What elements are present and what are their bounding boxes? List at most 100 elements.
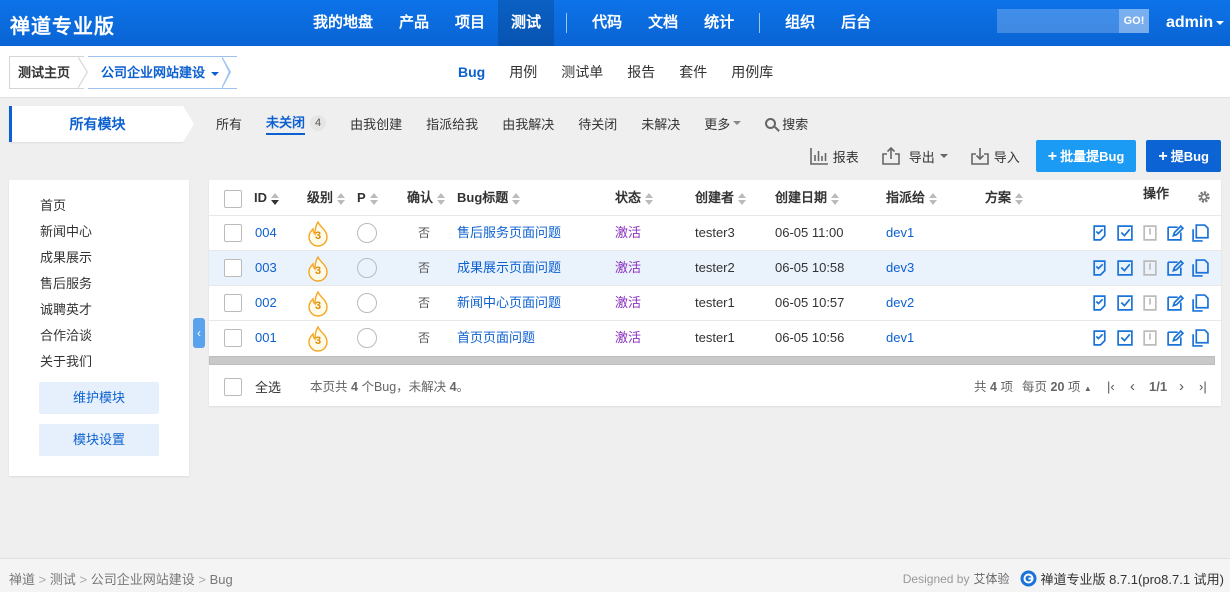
module-settings-button[interactable]: 模块设置 <box>39 424 159 456</box>
crumb-test-home[interactable]: 测试主页 <box>9 56 85 89</box>
close-icon[interactable] <box>1141 224 1159 242</box>
close-icon[interactable] <box>1141 329 1159 347</box>
tab-bug[interactable]: Bug <box>446 46 497 98</box>
footer-crumb[interactable]: 禅道 <box>9 572 35 587</box>
close-icon[interactable] <box>1141 294 1159 312</box>
resolve-icon[interactable] <box>1116 259 1134 277</box>
table-row[interactable]: 003 3 否 成果展示页面问题 激活 tester2 06-05 10:58 dev3 <box>209 250 1221 285</box>
search-go-button[interactable]: GO! <box>1119 9 1149 33</box>
module-item[interactable]: 首页 <box>40 195 66 214</box>
module-item[interactable]: 诚聘英才 <box>40 299 92 318</box>
sidebar-collapse-button[interactable]: ‹ <box>193 318 205 348</box>
table-row[interactable]: 001 3 否 首页页面问题 激活 tester1 06-05 10:56 dev1 <box>209 320 1221 355</box>
edit-icon[interactable] <box>1166 259 1184 277</box>
bug-title-link[interactable]: 售后服务页面问题 <box>457 216 561 250</box>
all-modules-title[interactable]: 所有模块 <box>9 106 183 142</box>
nav-admin[interactable]: 后台 <box>828 0 884 46</box>
nav-my[interactable]: 我的地盘 <box>300 0 386 46</box>
resolve-icon[interactable] <box>1116 294 1134 312</box>
per-page-select[interactable]: 每页 20 项 ▲ <box>1022 370 1092 404</box>
resolve-icon[interactable] <box>1116 329 1134 347</box>
filter-assigned-to-me[interactable]: 指派给我 <box>414 114 490 133</box>
edit-icon[interactable] <box>1166 294 1184 312</box>
bug-id-link[interactable]: 002 <box>255 286 277 320</box>
module-item[interactable]: 关于我们 <box>40 351 92 370</box>
batch-create-bug-button[interactable]: + 批量提Bug <box>1035 140 1137 172</box>
confirm-icon[interactable] <box>1091 294 1109 312</box>
module-item[interactable]: 新闻中心 <box>40 221 92 240</box>
copy-icon[interactable] <box>1191 259 1209 277</box>
filter-unclosed[interactable]: 未关闭 4 <box>254 112 338 135</box>
copy-icon[interactable] <box>1191 224 1209 242</box>
bug-title-link[interactable]: 首页页面问题 <box>457 321 535 355</box>
nav-stats[interactable]: 统计 <box>691 0 747 46</box>
nav-code[interactable]: 代码 <box>579 0 635 46</box>
row-checkbox[interactable] <box>224 224 242 242</box>
import-link[interactable]: 导入 <box>970 147 1020 166</box>
nav-product[interactable]: 产品 <box>386 0 442 46</box>
module-item[interactable]: 售后服务 <box>40 273 92 292</box>
col-confirmed[interactable]: 确认 <box>407 180 446 215</box>
assigned-to-link[interactable]: dev1 <box>886 321 914 355</box>
assigned-to-link[interactable]: dev2 <box>886 286 914 320</box>
horizontal-scrollbar[interactable] <box>209 356 1215 365</box>
select-all-checkbox[interactable] <box>224 190 242 208</box>
filter-opened-by-me[interactable]: 由我创建 <box>338 114 414 133</box>
col-priority[interactable]: P <box>357 180 378 215</box>
row-checkbox[interactable] <box>224 329 242 347</box>
last-page-button[interactable]: ›| <box>1199 370 1207 404</box>
tab-testtask[interactable]: 测试单 <box>549 46 615 98</box>
confirm-icon[interactable] <box>1091 224 1109 242</box>
create-bug-button[interactable]: + 提Bug <box>1146 140 1221 172</box>
next-page-button[interactable]: › <box>1179 370 1184 404</box>
filter-to-close[interactable]: 待关闭 <box>566 114 629 133</box>
col-title[interactable]: Bug标题 <box>457 180 521 215</box>
first-page-button[interactable]: |‹ <box>1107 370 1115 404</box>
confirm-icon[interactable] <box>1091 329 1109 347</box>
filter-more[interactable]: 更多 <box>692 114 753 133</box>
col-id[interactable]: ID <box>254 180 279 215</box>
select-all-label[interactable]: 全选 <box>255 371 281 405</box>
footer-crumb[interactable]: 测试 <box>50 572 76 587</box>
col-assigned[interactable]: 指派给 <box>886 180 938 215</box>
resolve-icon[interactable] <box>1116 224 1134 242</box>
table-row[interactable]: 004 3 否 售后服务页面问题 激活 tester3 06-05 11:00 dev1 <box>209 215 1221 250</box>
col-created[interactable]: 创建日期 <box>775 180 840 215</box>
close-icon[interactable] <box>1141 259 1159 277</box>
crumb-product-select[interactable]: 公司企业网站建设 <box>88 56 238 89</box>
bug-id-link[interactable]: 003 <box>255 251 277 285</box>
col-resolution[interactable]: 方案 <box>985 180 1024 215</box>
footer-crumb[interactable]: 公司企业网站建设 <box>91 572 195 587</box>
tab-report[interactable]: 报告 <box>615 46 667 98</box>
table-row[interactable]: 002 3 否 新闻中心页面问题 激活 tester1 06-05 10:57 dev2 <box>209 285 1221 320</box>
copy-icon[interactable] <box>1191 294 1209 312</box>
version-link[interactable]: 禅道专业版 8.7.1(pro8.7.1 试用) <box>1041 569 1225 588</box>
export-menu[interactable]: 导出 <box>881 147 948 166</box>
col-status[interactable]: 状态 <box>615 180 654 215</box>
col-creator[interactable]: 创建者 <box>695 180 747 215</box>
module-item[interactable]: 合作洽谈 <box>40 325 92 344</box>
prev-page-button[interactable]: ‹ <box>1130 370 1135 404</box>
copy-icon[interactable] <box>1191 329 1209 347</box>
col-severity[interactable]: 级别 <box>307 180 346 215</box>
gear-icon[interactable] <box>1196 189 1212 205</box>
tab-suite[interactable]: 套件 <box>667 46 719 98</box>
bug-id-link[interactable]: 001 <box>255 321 277 355</box>
maintain-module-button[interactable]: 维护模块 <box>39 382 159 414</box>
report-link[interactable]: 报表 <box>809 147 859 166</box>
user-menu[interactable]: admin <box>1166 0 1225 46</box>
filter-all[interactable]: 所有 <box>204 114 254 133</box>
row-checkbox[interactable] <box>224 259 242 277</box>
edit-icon[interactable] <box>1166 329 1184 347</box>
bug-title-link[interactable]: 成果展示页面问题 <box>457 251 561 285</box>
assigned-to-link[interactable]: dev3 <box>886 251 914 285</box>
edit-icon[interactable] <box>1166 224 1184 242</box>
designer-link[interactable]: 艾体验 <box>973 570 1009 587</box>
row-checkbox[interactable] <box>224 294 242 312</box>
search-input[interactable] <box>997 9 1119 33</box>
module-item[interactable]: 成果展示 <box>40 247 92 266</box>
tab-caselib[interactable]: 用例库 <box>719 46 785 98</box>
nav-test[interactable]: 测试 <box>498 0 555 46</box>
confirm-icon[interactable] <box>1091 259 1109 277</box>
footer-select-all-checkbox[interactable] <box>224 378 242 396</box>
